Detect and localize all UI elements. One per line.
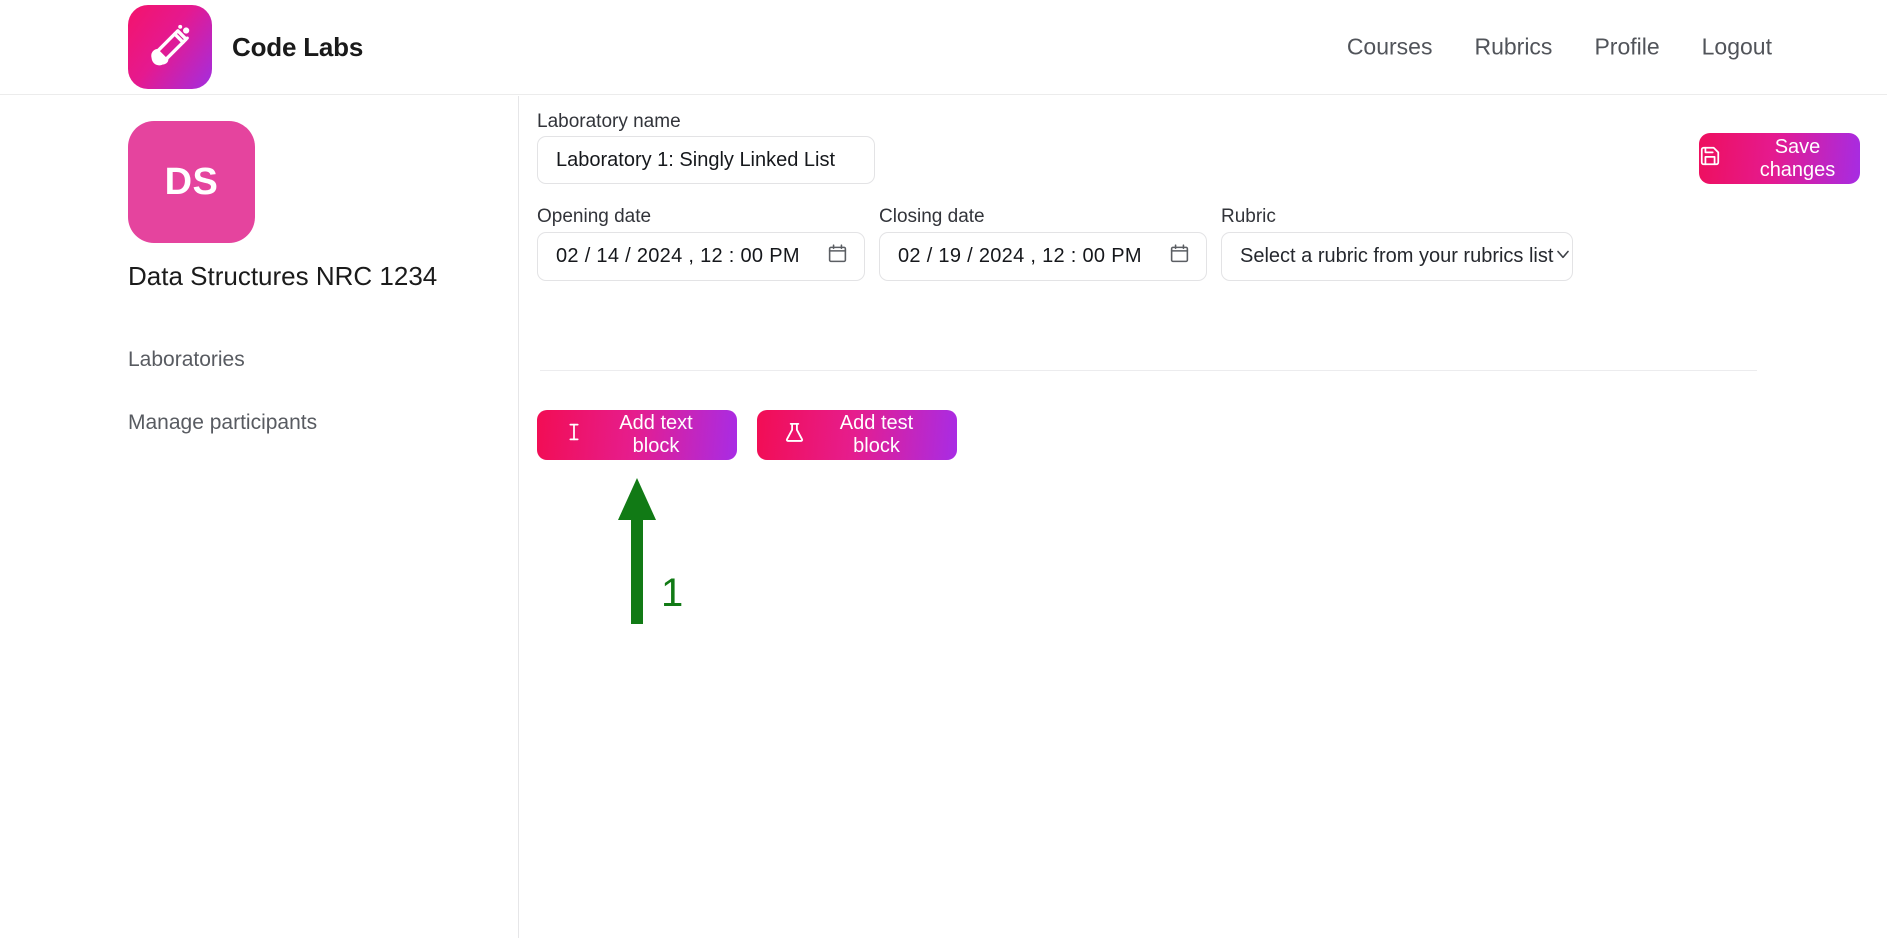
closing-date-label: Closing date: [879, 206, 985, 227]
section-divider: [540, 370, 1757, 371]
rubric-select[interactable]: Select a rubric from your rubrics list: [1221, 232, 1573, 281]
brand[interactable]: Code Labs: [128, 5, 363, 89]
main-content: Laboratory name Save changes Opening dat…: [519, 96, 1887, 938]
closing-date-value: 02 / 19 / 2024 , 12 : 00 PM: [898, 245, 1142, 267]
save-floppy-icon: [1699, 145, 1721, 173]
closing-date-input[interactable]: 02 / 19 / 2024 , 12 : 00 PM: [879, 232, 1207, 281]
annotation-arrow: 1: [609, 476, 809, 636]
app-header: Code Labs Courses Rubrics Profile Logout: [0, 0, 1887, 95]
nav-link-rubrics[interactable]: Rubrics: [1474, 34, 1552, 61]
nav-link-logout[interactable]: Logout: [1702, 34, 1772, 61]
save-changes-label: Save changes: [1759, 135, 1836, 181]
test-tube-icon: [145, 22, 195, 72]
rubric-label: Rubric: [1221, 206, 1276, 227]
opening-date-input[interactable]: 02 / 14 / 2024 , 12 : 00 PM: [537, 232, 865, 281]
text-cursor-icon: [563, 421, 585, 449]
main-nav: Courses Rubrics Profile Logout: [1347, 34, 1772, 61]
add-test-block-label: Add test block: [839, 412, 914, 457]
nav-link-courses[interactable]: Courses: [1347, 34, 1433, 61]
opening-date-value: 02 / 14 / 2024 , 12 : 00 PM: [556, 245, 800, 267]
sidebar-item-laboratories[interactable]: Laboratories: [128, 348, 245, 372]
laboratory-name-label: Laboratory name: [537, 111, 681, 132]
calendar-icon[interactable]: [827, 243, 848, 270]
brand-name: Code Labs: [232, 31, 364, 62]
course-avatar: DS: [128, 121, 255, 243]
course-sidebar: DS Data Structures NRC 1234 Laboratories…: [0, 96, 519, 938]
add-text-block-button[interactable]: Add text block: [537, 410, 737, 460]
opening-date-label: Opening date: [537, 206, 652, 227]
app-logo: [128, 5, 212, 89]
add-test-block-button[interactable]: Add test block: [757, 410, 957, 460]
sidebar-item-manage-participants[interactable]: Manage participants: [128, 411, 317, 435]
laboratory-name-input[interactable]: [537, 136, 875, 184]
rubric-selected-value: Select a rubric from your rubrics list: [1240, 245, 1554, 267]
app-root: Code Labs Courses Rubrics Profile Logout…: [0, 0, 1887, 938]
course-title: Data Structures NRC 1234: [128, 261, 438, 291]
flask-icon: [783, 421, 806, 450]
chevron-down-icon: [1553, 244, 1573, 270]
save-changes-button[interactable]: Save changes: [1699, 133, 1860, 184]
annotation-number: 1: [661, 571, 684, 615]
nav-link-profile[interactable]: Profile: [1594, 34, 1659, 61]
calendar-icon[interactable]: [1169, 243, 1190, 270]
add-text-block-label: Add text block: [619, 412, 693, 457]
